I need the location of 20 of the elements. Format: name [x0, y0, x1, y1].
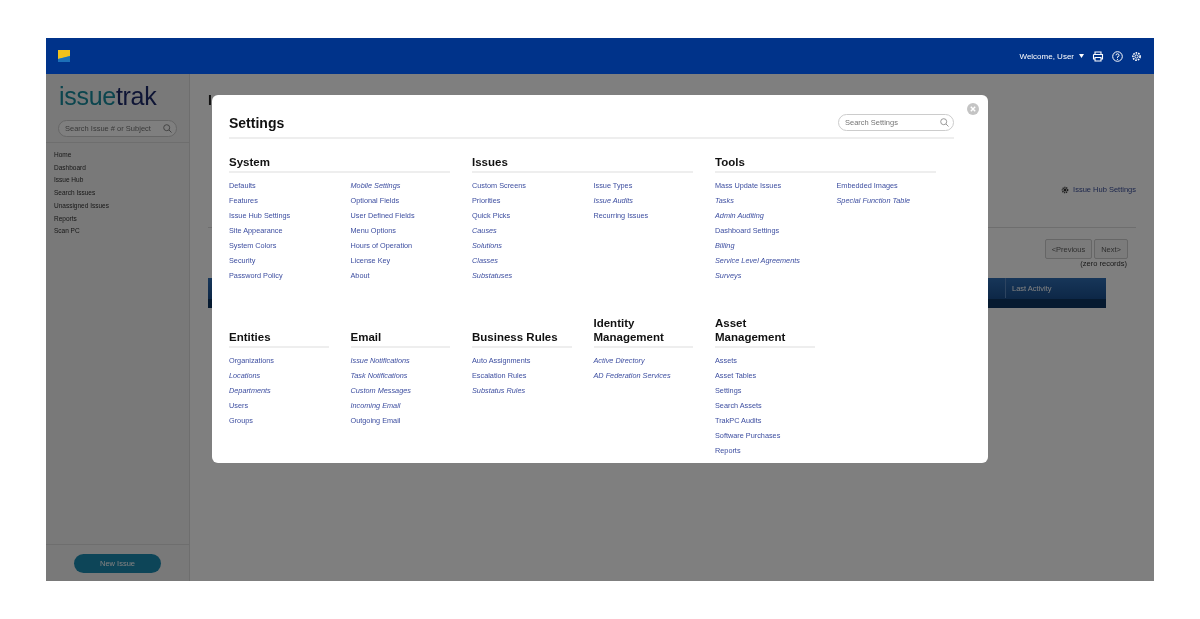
section-heading: System	[229, 155, 270, 169]
help-icon[interactable]	[1112, 50, 1123, 62]
gear-icon	[1061, 185, 1070, 194]
search-icon	[163, 124, 172, 133]
page-heading: I	[208, 92, 212, 108]
app-logo-icon	[58, 50, 70, 62]
section-heading: Identity Management	[593, 316, 665, 344]
section-heading: Business Rules	[472, 330, 558, 344]
printer-icon[interactable]	[1092, 50, 1104, 62]
search-icon	[940, 118, 949, 127]
issuetrak-logo: issuetrak	[58, 81, 158, 112]
settings-icon[interactable]	[1131, 50, 1142, 62]
dialog-title: Settings	[229, 115, 285, 131]
user-menu[interactable]: Welcome, User	[1019, 51, 1074, 61]
section-heading: Asset Management	[715, 316, 787, 344]
section-heading: Entities	[229, 330, 271, 344]
section-heading: Email	[350, 330, 382, 344]
section-heading: Issues	[472, 155, 508, 169]
caret-icon[interactable]	[1079, 54, 1084, 58]
section-heading: Tools	[715, 155, 745, 169]
